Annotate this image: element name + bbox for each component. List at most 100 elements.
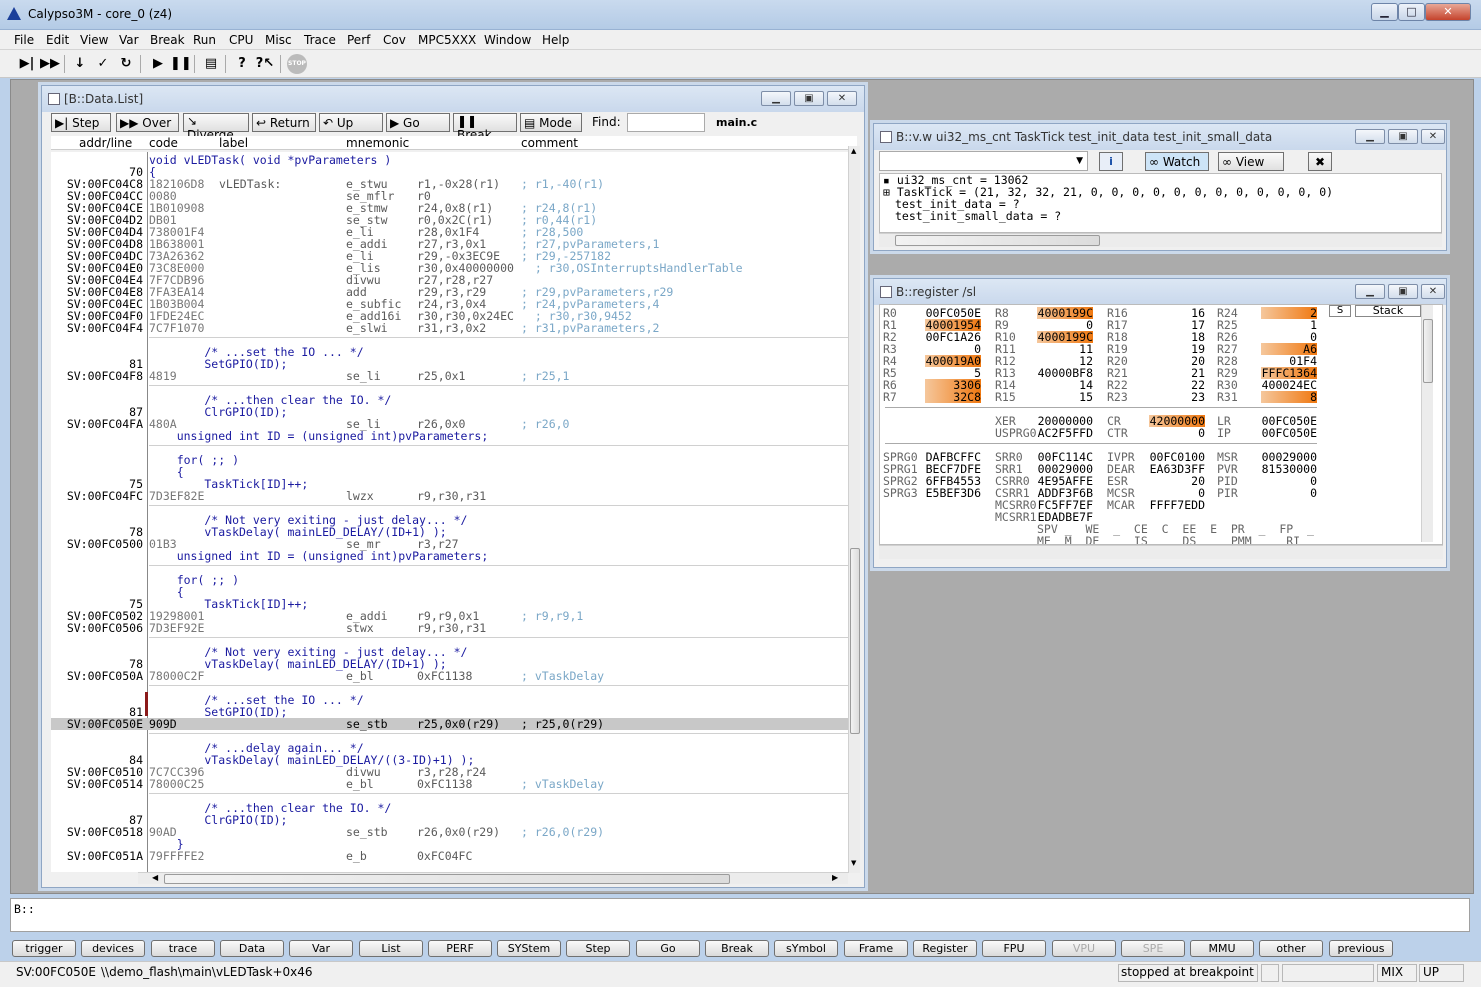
col-mnemonic[interactable]: mnemonic <box>346 136 409 150</box>
close-button[interactable]: ✕ <box>1425 3 1471 21</box>
source-row[interactable]: unsigned int ID = (unsigned int)pvParame… <box>51 550 848 562</box>
stack-s-button[interactable]: S <box>1329 305 1351 317</box>
menu-file[interactable]: File <box>14 33 34 47</box>
softkey-frame-button[interactable]: Frame <box>844 940 908 957</box>
softkey-other-button[interactable]: other <box>1259 940 1323 957</box>
softkey-previous-button[interactable]: previous <box>1329 940 1393 957</box>
close-button[interactable]: ✕ <box>1421 284 1445 299</box>
watch-button[interactable]: ∞ Watch <box>1145 152 1209 171</box>
softkey-data-button[interactable]: Data <box>220 940 284 957</box>
softkey-list-button[interactable]: List <box>359 940 423 957</box>
command-input[interactable]: B:: <box>14 902 35 916</box>
softkey-trace-button[interactable]: trace <box>151 940 215 957</box>
menu-misc[interactable]: Misc <box>265 33 292 47</box>
register-value[interactable]: 32C8 <box>925 391 981 403</box>
step-into-icon[interactable]: ▶| <box>17 54 37 74</box>
list-vertical-scrollbar[interactable]: ▲ ▼ <box>848 146 860 873</box>
register-value[interactable]: 2 <box>1261 307 1317 319</box>
break-button[interactable]: ❚❚ Break <box>453 113 517 142</box>
register-value[interactable]: 0 <box>1149 427 1205 439</box>
breakpoint-marker[interactable] <box>145 692 148 716</box>
context-help-icon[interactable]: ?↖ <box>255 54 275 74</box>
source-row[interactable]: unsigned int ID = (unsigned int)pvParame… <box>51 430 848 442</box>
softkey-step-button[interactable]: Step <box>566 940 630 957</box>
minimize-button[interactable]: ▁ <box>1371 3 1398 21</box>
softkey-vpu-button[interactable]: VPU <box>1052 940 1116 957</box>
register-value[interactable]: 8 <box>1261 391 1317 403</box>
menu-trace[interactable]: Trace <box>304 33 336 47</box>
diverge-button[interactable]: ↘ Diverge <box>183 113 249 142</box>
softkey-go-button[interactable]: Go <box>636 940 700 957</box>
stop-icon[interactable]: STOP <box>287 54 307 74</box>
col-comment[interactable]: comment <box>521 136 578 150</box>
register-value[interactable]: AC2F5FFD <box>1037 427 1093 439</box>
over-button[interactable]: ▶▶ Over <box>116 113 179 132</box>
register-value[interactable]: 15 <box>1037 391 1093 403</box>
var-line-3[interactable]: test_init_small_data = ? <box>895 210 1061 222</box>
menu-mpc5xxx[interactable]: MPC5XXX <box>418 33 476 47</box>
asm-row[interactable]: SV:00FC051A 79FFFFE2 e_b 0xFC04FC <box>51 850 848 862</box>
list-icon[interactable]: ▤ <box>201 54 221 74</box>
restore-button[interactable]: ▣ <box>1388 284 1418 299</box>
stack-button[interactable]: Stack <box>1355 305 1421 317</box>
asm-row[interactable]: SV:00FC04F4 7C7F1070 e_slwi r31,r3,0x2 ; r31… <box>51 322 848 334</box>
pause-icon[interactable]: ❚❚ <box>170 54 192 74</box>
scroll-down-icon[interactable]: ▼ <box>851 859 856 867</box>
scroll-thumb[interactable] <box>1423 319 1433 383</box>
var-expression-combo[interactable]: ▼ <box>879 151 1088 171</box>
view-button[interactable]: ∞ View <box>1218 152 1284 171</box>
close-button[interactable]: ✕ <box>1421 129 1445 144</box>
register-value[interactable]: 400019A0 <box>925 355 981 367</box>
close-button[interactable]: ✕ <box>827 91 857 106</box>
register-horizontal-scrollbar[interactable] <box>879 545 1443 559</box>
return-button[interactable]: ↩ Return <box>252 113 316 132</box>
restore-button[interactable]: ▣ <box>794 91 824 106</box>
scroll-thumb[interactable] <box>895 235 1100 246</box>
step-over-icon[interactable]: ▶▶ <box>40 54 60 74</box>
menu-edit[interactable]: Edit <box>46 33 69 47</box>
softkey-spe-button[interactable]: SPE <box>1121 940 1185 957</box>
menu-window[interactable]: Window <box>484 33 531 47</box>
return-icon[interactable]: ↻ <box>116 54 136 74</box>
register-value[interactable]: 20 <box>1149 475 1205 487</box>
softkey-break-button[interactable]: Break <box>705 940 769 957</box>
col-addr-line[interactable]: addr/line <box>79 136 132 150</box>
checkmark-icon[interactable]: ✓ <box>93 54 113 74</box>
scroll-right-icon[interactable]: ▶ <box>832 873 838 882</box>
minimize-button[interactable]: ▁ <box>1355 129 1385 144</box>
softkey-devices-button[interactable]: devices <box>81 940 145 957</box>
menu-cpu[interactable]: CPU <box>229 33 253 47</box>
maximize-button[interactable]: □ <box>1398 3 1425 21</box>
menu-run[interactable]: Run <box>193 33 216 47</box>
register-value[interactable]: 81530000 <box>1261 463 1317 475</box>
register-value[interactable]: 0 <box>1261 487 1317 499</box>
minimize-button[interactable]: ▁ <box>761 91 791 106</box>
menu-perf[interactable]: Perf <box>347 33 370 47</box>
disassembly-list[interactable]: void vLEDTask( void *pvParameters ) 70{SV… <box>51 152 848 872</box>
menu-help[interactable]: Help <box>542 33 569 47</box>
asm-row[interactable]: SV:00FC04F8 4819 se_li r25,0x1 ; r25,1 <box>51 370 848 382</box>
menu-break[interactable]: Break <box>150 33 185 47</box>
softkey-register-button[interactable]: Register <box>913 940 977 957</box>
asm-row[interactable]: SV:00FC0506 7D3EF92E stwx r9,r30,r31 <box>51 622 848 634</box>
scroll-left-icon[interactable]: ◀ <box>152 873 158 882</box>
asm-row[interactable]: SV:00FC0514 78000C25 e_bl 0xFC1138 ; vTaskDe… <box>51 778 848 790</box>
scroll-up-icon[interactable]: ▲ <box>851 147 856 155</box>
softkey-fpu-button[interactable]: FPU <box>982 940 1046 957</box>
mode-button[interactable]: ▤ Mode <box>520 113 582 132</box>
softkey-mmu-button[interactable]: MMU <box>1190 940 1254 957</box>
softkey-trigger-button[interactable]: trigger <box>12 940 76 957</box>
col-label[interactable]: label <box>219 136 248 150</box>
up-button[interactable]: ↶ Up <box>319 113 383 132</box>
asm-row[interactable]: SV:00FC050A 78000C2F e_bl 0xFC1138 ; vTaskDe… <box>51 670 848 682</box>
source-row[interactable]: void vLEDTask( void *pvParameters ) <box>51 154 848 166</box>
register-value[interactable]: 00FC050E <box>1261 427 1317 439</box>
register-value[interactable]: E5BEF3D6 <box>925 487 981 499</box>
menu-var[interactable]: Var <box>119 33 139 47</box>
find-input[interactable] <box>627 113 705 132</box>
softkey-system-button[interactable]: SYStem <box>497 940 561 957</box>
asm-row[interactable]: SV:00FC050E 909D se_stb r25,0x0(r29) ; r25,0… <box>51 718 848 730</box>
var-watch-list[interactable]: ▪ ui32_ms_cnt = 13062 ⊞ TaskTick = (21, … <box>879 173 1442 233</box>
register-value[interactable]: 400024EC <box>1261 379 1317 391</box>
go-icon[interactable]: ▶ <box>148 54 168 74</box>
